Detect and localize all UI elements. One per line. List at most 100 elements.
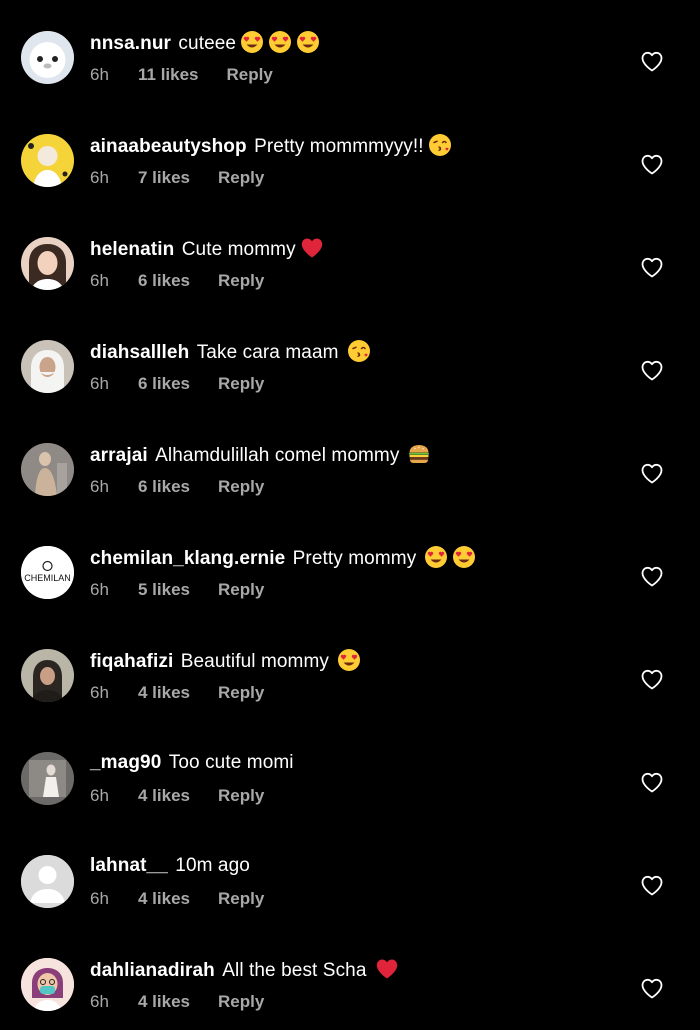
avatar[interactable]: [21, 752, 74, 805]
burger-emoji-icon: [407, 442, 431, 466]
heart-eyes-emoji-icon: [424, 545, 448, 569]
chemilan-logo-text: CHEMILAN: [24, 573, 71, 583]
comment-likes[interactable]: 4 likes: [138, 786, 190, 806]
avatar[interactable]: [21, 443, 74, 496]
comment-time: 6h: [90, 65, 109, 84]
comment-time: 6h: [90, 477, 109, 496]
comment-time: 6h: [90, 374, 109, 393]
comment-time: 6h: [90, 683, 109, 702]
like-heart-icon[interactable]: [640, 977, 664, 999]
comment-username[interactable]: ainaabeautyshop: [90, 136, 247, 157]
avatar[interactable]: [21, 31, 74, 84]
comment-text: Pretty mommy: [292, 548, 417, 569]
reply-button[interactable]: Reply: [218, 992, 264, 1012]
avatar[interactable]: CHEMILAN: [21, 546, 74, 599]
heart-eyes-emoji-icon: [240, 30, 264, 54]
comment-line: _mag90 Too cute momi: [90, 751, 294, 775]
comment-meta: 6h 11 likes Reply: [90, 65, 273, 85]
like-heart-icon[interactable]: [640, 874, 664, 896]
red-heart-emoji-icon: [300, 236, 324, 260]
like-heart-icon[interactable]: [640, 565, 664, 587]
like-heart-icon[interactable]: [640, 50, 664, 72]
comment-time: 6h: [90, 271, 109, 290]
comment-item: ainaabeautyshop Pretty mommmyyy!! 6h 7 li…: [0, 103, 700, 206]
comment-item: arrajai Alhamdulillah comel mommy 6h 6 li…: [0, 412, 700, 515]
avatar[interactable]: [21, 855, 74, 908]
reply-button[interactable]: Reply: [218, 683, 264, 703]
comment-item: fiqahafizi Beautiful mommy 6h 4 likes Repl…: [0, 618, 700, 721]
reply-button[interactable]: Reply: [218, 168, 264, 188]
like-heart-icon[interactable]: [640, 359, 664, 381]
avatar[interactable]: [21, 958, 74, 1011]
comment-item: CHEMILAN chemilan_klang.ernie Pretty mom…: [0, 515, 700, 618]
comment-item: _mag90 Too cute momi 6h 4 likes Reply: [0, 721, 700, 824]
comment-line: chemilan_klang.ernie Pretty mommy: [90, 545, 476, 571]
comment-meta: 6h 4 likes Reply: [90, 683, 264, 703]
comment-line: nnsa.nur cuteee: [90, 30, 320, 56]
reply-button[interactable]: Reply: [218, 271, 264, 291]
avatar[interactable]: [21, 340, 74, 393]
comment-likes[interactable]: 6 likes: [138, 477, 190, 497]
reply-button[interactable]: Reply: [227, 65, 273, 85]
comment-text: cuteee: [178, 33, 237, 54]
comment-username[interactable]: chemilan_klang.ernie: [90, 548, 285, 569]
heart-eyes-emoji-icon: [268, 30, 292, 54]
avatar[interactable]: [21, 237, 74, 290]
comment-meta: 6h 7 likes Reply: [90, 168, 264, 188]
comment-likes[interactable]: 6 likes: [138, 374, 190, 394]
comment-item: dahlianadirah All the best Scha 6h 4 like…: [0, 927, 700, 1030]
comment-username[interactable]: lahnat__: [90, 855, 168, 876]
comment-meta: 6h 6 likes Reply: [90, 477, 264, 497]
comment-likes[interactable]: 6 likes: [138, 271, 190, 291]
avatar[interactable]: [21, 134, 74, 187]
heart-eyes-emoji-icon: [296, 30, 320, 54]
red-heart-emoji-icon: [375, 957, 399, 981]
comment-text: Pretty mommmyyy!!: [254, 136, 424, 157]
like-heart-icon[interactable]: [640, 771, 664, 793]
comment-line: arrajai Alhamdulillah comel mommy: [90, 442, 431, 468]
comment-username[interactable]: _mag90: [90, 752, 161, 773]
avatar[interactable]: [21, 649, 74, 702]
reply-button[interactable]: Reply: [218, 374, 264, 394]
like-heart-icon[interactable]: [640, 256, 664, 278]
reply-button[interactable]: Reply: [218, 477, 264, 497]
reply-button[interactable]: Reply: [218, 580, 264, 600]
heart-eyes-emoji-icon: [452, 545, 476, 569]
like-heart-icon[interactable]: [640, 153, 664, 175]
comment-likes[interactable]: 4 likes: [138, 683, 190, 703]
comment-meta: 6h 5 likes Reply: [90, 580, 264, 600]
kissing-heart-emoji-icon: [428, 133, 452, 157]
comment-likes[interactable]: 4 likes: [138, 889, 190, 909]
comment-line: fiqahafizi Beautiful mommy: [90, 648, 361, 674]
reply-button[interactable]: Reply: [218, 786, 264, 806]
comment-line: diahsallleh Take cara maam: [90, 339, 371, 365]
comment-username[interactable]: diahsallleh: [90, 342, 189, 363]
like-heart-icon[interactable]: [640, 462, 664, 484]
comment-line: dahlianadirah All the best Scha: [90, 957, 399, 983]
comment-item: helenatin Cute mommy 6h 6 likes Reply: [0, 206, 700, 309]
comment-text: Cute mommy: [181, 239, 296, 260]
comment-text: Beautiful mommy: [180, 651, 330, 672]
comment-username[interactable]: dahlianadirah: [90, 960, 215, 981]
comment-username[interactable]: arrajai: [90, 445, 148, 466]
comment-likes[interactable]: 4 likes: [138, 992, 190, 1012]
like-heart-icon[interactable]: [640, 668, 664, 690]
comment-item: lahnat__ 10m ago 6h 4 likes Reply: [0, 824, 700, 927]
comment-item: diahsallleh Take cara maam 6h 6 likes Repl…: [0, 309, 700, 412]
comment-time: 6h: [90, 992, 109, 1011]
comment-likes[interactable]: 7 likes: [138, 168, 190, 188]
comment-text: Too cute momi: [168, 752, 294, 773]
comment-meta: 6h 4 likes Reply: [90, 992, 264, 1012]
comment-username[interactable]: fiqahafizi: [90, 651, 173, 672]
comment-text: Alhamdulillah comel mommy: [155, 445, 400, 466]
comment-likes[interactable]: 11 likes: [138, 65, 199, 85]
reply-button[interactable]: Reply: [218, 889, 264, 909]
comment-meta: 6h 4 likes Reply: [90, 786, 264, 806]
comment-username[interactable]: nnsa.nur: [90, 33, 171, 54]
comment-list: nnsa.nur cuteee 6h 11 likes Reply ainaabea…: [0, 0, 700, 1024]
comment-username[interactable]: helenatin: [90, 239, 174, 260]
comment-line: ainaabeautyshop Pretty mommmyyy!!: [90, 133, 452, 159]
comment-time: 6h: [90, 889, 109, 908]
comment-item: nnsa.nur cuteee 6h 11 likes Reply: [0, 0, 700, 103]
comment-likes[interactable]: 5 likes: [138, 580, 190, 600]
